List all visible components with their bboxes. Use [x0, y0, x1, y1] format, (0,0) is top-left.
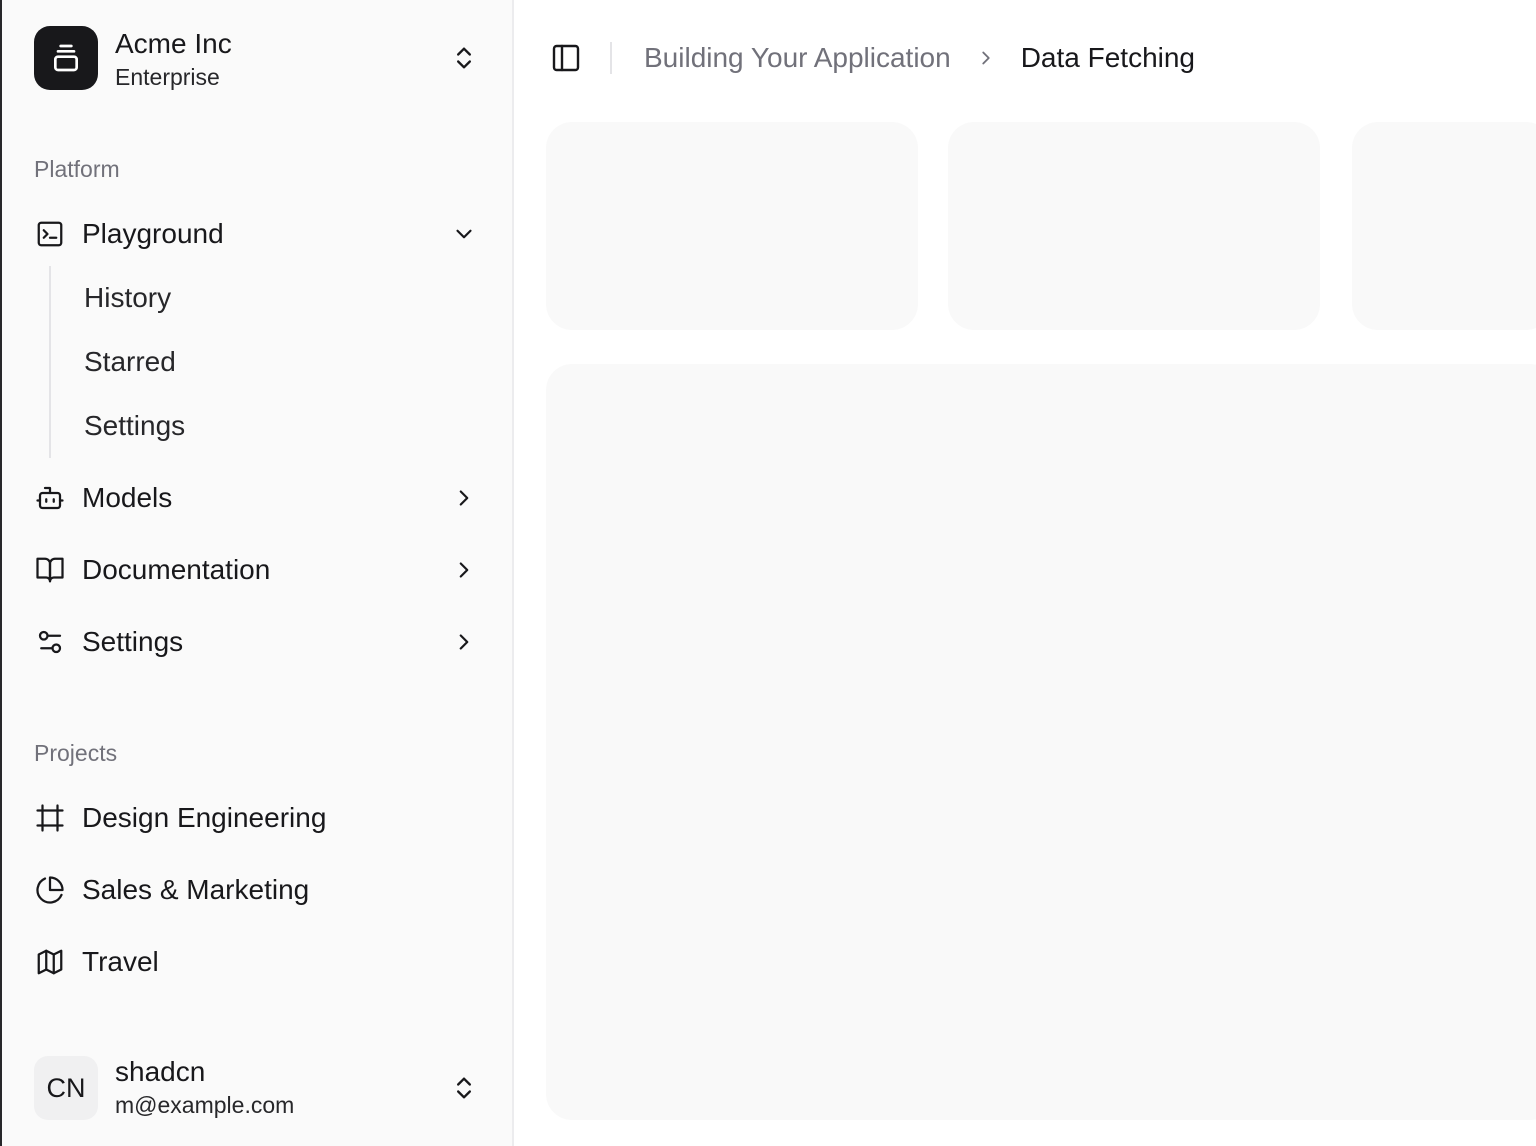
project-item-sales-marketing[interactable]: Sales & Marketing [24, 862, 492, 918]
breadcrumb: Building Your Application Data Fetching [644, 40, 1195, 76]
map-icon [34, 946, 66, 978]
project-label: Sales & Marketing [82, 874, 310, 905]
project-label: Travel [82, 946, 159, 977]
user-name: shadcn [115, 1056, 206, 1087]
sidebar-item-settings[interactable]: Settings [24, 614, 492, 670]
placeholder-card [948, 122, 1320, 330]
team-switcher[interactable]: Acme Inc Enterprise [34, 26, 480, 90]
chevron-right-icon [448, 626, 480, 658]
sidebar-item-label: Models [82, 482, 173, 513]
chevron-right-icon [951, 47, 1021, 69]
frame-icon [34, 802, 66, 834]
chevron-right-icon [448, 554, 480, 586]
chevrons-up-down-icon [448, 1072, 480, 1104]
team-name: Acme Inc [115, 28, 232, 59]
avatar: CN [34, 1056, 98, 1120]
sidebar-item-label: Documentation [82, 554, 271, 585]
book-open-icon [34, 554, 66, 586]
bot-icon [34, 482, 66, 514]
sidebar-item-label: Playground [82, 218, 224, 249]
sidebar-subitem-settings[interactable]: Settings [64, 400, 484, 452]
user-email: m@example.com [115, 1092, 295, 1118]
sidebar-subitem-history[interactable]: History [64, 272, 484, 324]
breadcrumb-current-page: Data Fetching [1020, 42, 1196, 73]
chevrons-up-down-icon [448, 42, 480, 74]
sidebar-subitem-label: History [84, 282, 172, 313]
pie-chart-icon [34, 874, 66, 906]
projects-group-label: Projects [34, 740, 118, 766]
team-plan: Enterprise [115, 64, 220, 90]
square-terminal-icon [34, 218, 66, 250]
submenu-guide-line [49, 266, 51, 458]
sidebar-subitem-label: Starred [84, 346, 176, 377]
project-item-travel[interactable]: Travel [24, 934, 492, 990]
sidebar-toggle-button[interactable] [548, 40, 584, 76]
chevron-down-icon [448, 218, 480, 250]
sidebar-item-label: Settings [82, 626, 184, 657]
sidebar-subitem-label: Settings [84, 410, 186, 441]
placeholder-main-panel [546, 364, 1536, 1120]
placeholder-card [1352, 122, 1536, 330]
project-item-design-engineering[interactable]: Design Engineering [24, 790, 492, 846]
sidebar-item-models[interactable]: Models [24, 470, 492, 526]
placeholder-card [546, 122, 918, 330]
platform-group-label: Platform [34, 156, 120, 182]
breadcrumb-link[interactable]: Building Your Application [644, 42, 951, 74]
sidebar-subitem-starred[interactable]: Starred [64, 336, 484, 388]
sidebar: Acme Inc Enterprise Platform Playground … [2, 0, 514, 1146]
settings-sliders-icon [34, 626, 66, 658]
user-menu[interactable]: CN shadcn m@example.com [34, 1056, 480, 1122]
panel-left-icon [552, 44, 580, 72]
project-label: Design Engineering [82, 802, 327, 833]
chevron-right-icon [448, 482, 480, 514]
header-separator [610, 42, 612, 74]
team-logo-icon [34, 26, 98, 90]
sidebar-item-documentation[interactable]: Documentation [24, 542, 492, 598]
sidebar-item-playground[interactable]: Playground [24, 206, 492, 262]
